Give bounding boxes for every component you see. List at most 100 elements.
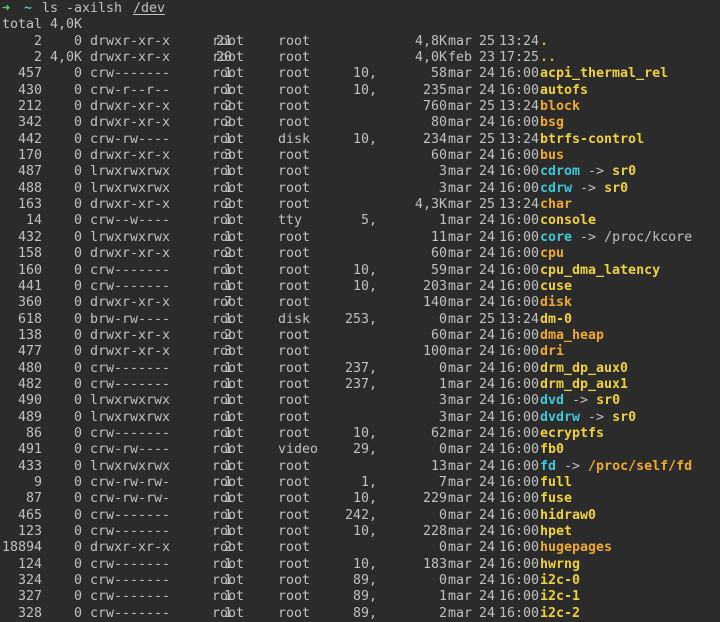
file-name[interactable]: hidraw0: [540, 508, 596, 523]
owner: root: [212, 376, 245, 392]
mod-day: 24: [478, 474, 495, 490]
owner: root: [212, 66, 245, 82]
file-name[interactable]: dm-0: [540, 312, 572, 327]
file-name[interactable]: .: [540, 34, 548, 49]
symlink-target[interactable]: sr0: [612, 410, 636, 425]
mod-day: 24: [478, 573, 495, 589]
file-name[interactable]: hpet: [540, 524, 572, 539]
listing-row: 170 0 drwxr-xr-x 3 root root 60 mar 24 16:00 bus: [0, 148, 720, 164]
mod-day: 24: [478, 556, 495, 572]
file-name[interactable]: core: [540, 230, 572, 245]
file-name[interactable]: block: [540, 99, 580, 114]
symlink-target[interactable]: /proc/self/fd: [588, 459, 692, 474]
symlink-target[interactable]: /proc/kcore: [604, 230, 692, 245]
mod-month: mar: [448, 213, 473, 229]
owner: root: [212, 278, 245, 294]
file-name[interactable]: cpu: [540, 246, 564, 261]
mod-day: 24: [478, 82, 495, 98]
file-name-cell: hidraw0: [540, 508, 596, 524]
group: root: [278, 33, 311, 49]
block-count: 0: [73, 311, 82, 327]
file-name-cell: hwrng: [540, 557, 580, 573]
file-name[interactable]: cuse: [540, 279, 572, 294]
inode-number: 457: [17, 66, 42, 82]
group: root: [278, 164, 311, 180]
file-name[interactable]: console: [540, 213, 596, 228]
owner: root: [212, 311, 245, 327]
file-name[interactable]: dvdrw: [540, 410, 580, 425]
file-name[interactable]: hwrng: [540, 557, 580, 572]
file-name[interactable]: acpi_thermal_rel: [540, 66, 668, 81]
block-count: 0: [73, 99, 82, 115]
mod-month: mar: [448, 164, 473, 180]
symlink-target[interactable]: sr0: [596, 393, 620, 408]
prompt-path-argument[interactable]: /dev: [133, 1, 165, 17]
mod-time: 13:24: [499, 131, 540, 147]
inode-number: 489: [17, 409, 42, 425]
block-count: 0: [73, 197, 82, 213]
file-name-cell: fd -> /proc/self/fd: [540, 459, 692, 475]
owner: root: [212, 148, 245, 164]
file-name[interactable]: dma_heap: [540, 328, 604, 343]
file-name[interactable]: hugepages: [540, 540, 612, 555]
terminal-window[interactable]: ➜ ~ ls -axilsh /dev total 4,0K 2 0 drwxr-x…: [0, 0, 720, 621]
file-name[interactable]: bsg: [540, 115, 564, 130]
file-name[interactable]: drm_dp_aux1: [540, 377, 628, 392]
file-name[interactable]: fb0: [540, 442, 564, 457]
file-name[interactable]: char: [540, 197, 572, 212]
file-size: 11: [430, 229, 447, 245]
mod-month: feb: [448, 50, 473, 66]
file-name[interactable]: fuse: [540, 491, 572, 506]
group: video: [278, 442, 319, 458]
file-name[interactable]: i2c-2: [540, 606, 580, 621]
mod-month: mar: [448, 393, 473, 409]
file-name[interactable]: full: [540, 475, 572, 490]
file-name[interactable]: dri: [540, 344, 564, 359]
file-name[interactable]: ecryptfs: [540, 426, 604, 441]
file-name[interactable]: i2c-0: [540, 573, 580, 588]
file-name-cell: drm_dp_aux0: [540, 361, 628, 377]
inode-number: 490: [17, 393, 42, 409]
mod-day: 24: [478, 507, 495, 523]
file-name[interactable]: drm_dp_aux0: [540, 361, 628, 376]
file-size: 140: [422, 295, 447, 311]
mod-time: 16:00: [499, 393, 540, 409]
listing-row: 327 0 crw------- 1 root root 89, 1 mar 24 16:00 i2c…: [0, 589, 720, 605]
mod-month: mar: [448, 262, 473, 278]
file-name[interactable]: autofs: [540, 83, 588, 98]
device-major: 5,: [360, 213, 377, 229]
owner: root: [212, 507, 245, 523]
device-major: 89,: [352, 605, 377, 621]
group: root: [278, 474, 311, 490]
file-name-cell: bus: [540, 148, 564, 164]
mod-day: 24: [478, 66, 495, 82]
device-major: 1,: [360, 474, 377, 490]
file-name[interactable]: cdrw: [540, 181, 572, 196]
permissions: lrwxrwxrwx: [90, 409, 171, 425]
mod-day: 25: [478, 99, 495, 115]
symlink-target[interactable]: sr0: [604, 181, 628, 196]
permissions: drwxr-xr-x: [90, 99, 171, 115]
file-name[interactable]: bus: [540, 148, 564, 163]
file-name[interactable]: cdrom: [540, 164, 580, 179]
file-name[interactable]: disk: [540, 295, 572, 310]
file-name[interactable]: i2c-1: [540, 589, 580, 604]
listing-row: 124 0 crw------- 1 root root 10, 183 mar 24 16:00 h…: [0, 557, 720, 573]
owner: root: [212, 524, 245, 539]
mod-month: mar: [448, 66, 473, 82]
block-count: 0: [73, 262, 82, 278]
file-name[interactable]: fd: [540, 459, 556, 474]
permissions: crw-------: [90, 66, 171, 82]
mod-month: mar: [448, 425, 473, 441]
symlink-target[interactable]: sr0: [612, 164, 636, 179]
file-size: 1: [438, 589, 447, 605]
file-name[interactable]: dvd: [540, 393, 564, 408]
file-name[interactable]: ..: [540, 50, 556, 65]
file-name[interactable]: cpu_dma_latency: [540, 263, 660, 278]
inode-number: 9: [33, 474, 42, 490]
mod-day: 25: [478, 197, 495, 213]
mod-time: 16:00: [499, 458, 540, 474]
file-name[interactable]: btrfs-control: [540, 132, 644, 147]
mod-time: 16:00: [499, 66, 540, 82]
inode-number: 86: [25, 425, 42, 441]
